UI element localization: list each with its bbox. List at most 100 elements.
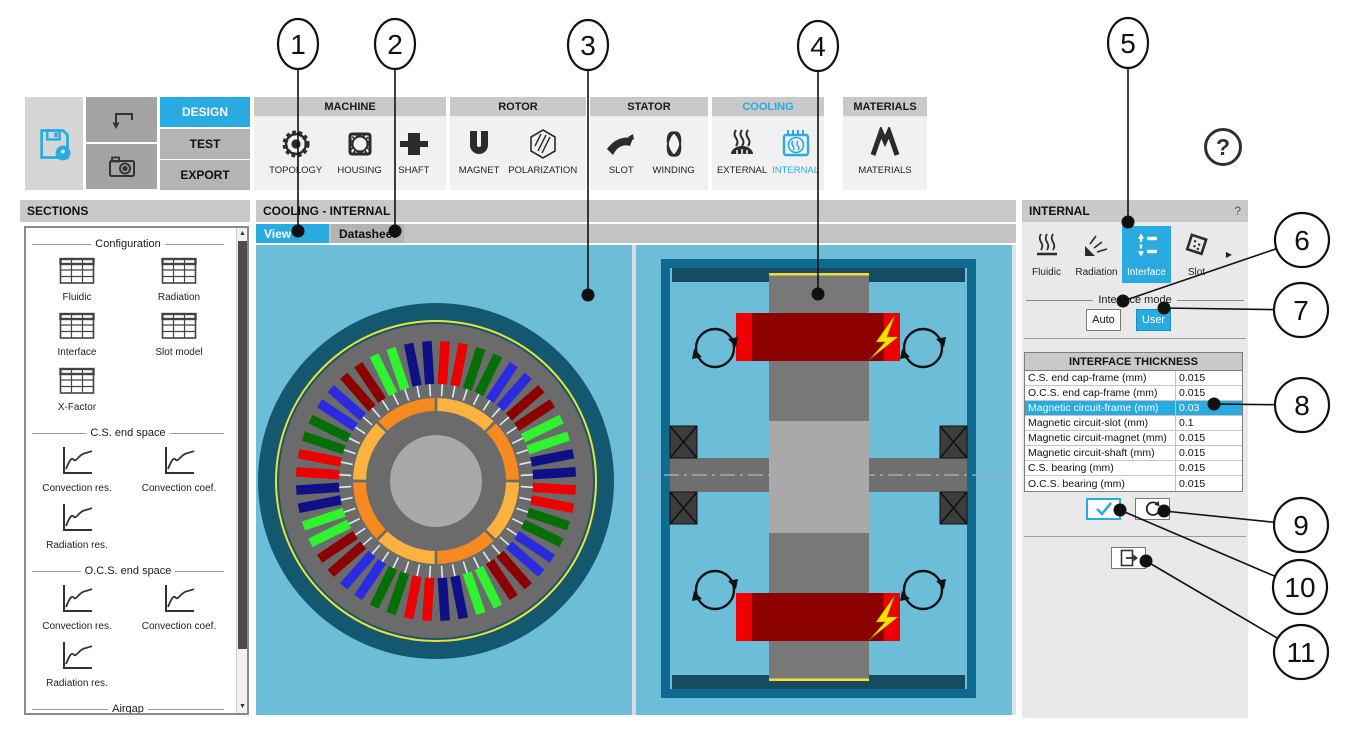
- section-group-separator: Configuration: [32, 238, 224, 250]
- internal-tab-fluidic[interactable]: Fluidic: [1022, 226, 1071, 283]
- thickness-label: O.C.S. end cap-frame (mm): [1025, 386, 1176, 400]
- callout-circle-8: [1275, 378, 1329, 432]
- toolbar-item-topology[interactable]: TOPOLOGY: [269, 117, 322, 176]
- internal-tab-interface[interactable]: Interface: [1122, 226, 1171, 283]
- thickness-row[interactable]: Magnetic circuit-magnet (mm)0.015: [1025, 431, 1242, 446]
- thickness-value[interactable]: 0.015: [1176, 371, 1242, 385]
- callout-circle-9: [1274, 498, 1328, 552]
- sidebar-scrollbar[interactable]: ▲ ▼: [236, 228, 247, 713]
- interface-mode-auto-button[interactable]: Auto: [1086, 309, 1121, 331]
- toolbar-item-materials[interactable]: MATERIALS: [858, 117, 911, 176]
- section-item-interface[interactable]: Interface: [26, 312, 128, 358]
- interface-thickness-table: INTERFACE THICKNESS C.S. end cap-frame (…: [1024, 352, 1243, 492]
- thickness-value[interactable]: 0.015: [1176, 431, 1242, 445]
- export-document-icon: [1119, 549, 1139, 567]
- internal-tab-radiation[interactable]: Radiation: [1072, 226, 1121, 283]
- thickness-row[interactable]: Magnetic circuit-frame (mm)0.03: [1025, 401, 1242, 416]
- section-item-radiation-res-[interactable]: Radiation res.: [26, 503, 128, 551]
- svg-text:2: 2: [387, 29, 403, 60]
- nav-button-export[interactable]: EXPORT: [160, 160, 250, 190]
- toolbar-item-magnet[interactable]: MAGNET: [459, 117, 500, 176]
- section-item-x-factor[interactable]: X-Factor: [26, 367, 128, 413]
- polarization-icon: [526, 123, 560, 165]
- toolbar-item-slot[interactable]: SLOT: [603, 117, 639, 176]
- scrollbar-thumb[interactable]: [238, 241, 247, 649]
- toolbar-item-label: SLOT: [609, 165, 634, 176]
- main-panel-title: COOLING - INTERNAL: [256, 200, 1016, 222]
- thickness-row[interactable]: O.C.S. bearing (mm)0.015: [1025, 476, 1242, 491]
- thickness-label: C.S. bearing (mm): [1025, 461, 1176, 475]
- section-item-convection-coef-[interactable]: Convection coef.: [128, 446, 230, 494]
- toolbar-item-polarization[interactable]: POLARIZATION: [508, 117, 577, 176]
- thickness-row[interactable]: Magnetic circuit-shaft (mm)0.015: [1025, 446, 1242, 461]
- svg-text:10: 10: [1284, 572, 1315, 603]
- section-item-label: Interface: [58, 347, 97, 358]
- internal-tab-slot[interactable]: Slot: [1172, 226, 1221, 283]
- more-tabs-arrow-icon[interactable]: ▶: [1222, 226, 1236, 283]
- view-right-strip: [1012, 245, 1016, 715]
- nav-button-design[interactable]: DESIGN: [160, 97, 250, 127]
- interface-mode-user-button[interactable]: User: [1136, 309, 1171, 331]
- curve-icon: [59, 641, 95, 676]
- tab-view[interactable]: View: [256, 224, 329, 243]
- toolbar-item-housing[interactable]: HOUSING: [337, 117, 381, 176]
- save-floppy-icon: *: [36, 126, 72, 162]
- stator-slot-icon: [603, 123, 639, 165]
- toolbar-item-label: TOPOLOGY: [269, 165, 322, 176]
- svg-text:4: 4: [810, 31, 826, 62]
- section-item-label: Convection coef.: [142, 621, 217, 632]
- toolbar-item-external[interactable]: EXTERNAL: [717, 117, 767, 176]
- svg-text:3: 3: [580, 30, 596, 61]
- save-button[interactable]: *: [25, 97, 83, 190]
- interface-mode-separator: Interface mode: [1026, 294, 1244, 306]
- thickness-value[interactable]: 0.015: [1176, 461, 1242, 475]
- internal-tab-label: Interface: [1127, 267, 1166, 278]
- section-item-slot-model[interactable]: Slot model: [128, 312, 230, 358]
- section-item-label: Radiation res.: [46, 540, 108, 551]
- toolbar-item-winding[interactable]: WINDING: [653, 117, 695, 176]
- section-item-radiation[interactable]: Radiation: [128, 257, 230, 303]
- curve-icon: [161, 446, 197, 481]
- section-item-convection-res-[interactable]: Convection res.: [26, 584, 128, 632]
- slot-icon: [1182, 232, 1212, 263]
- section-item-convection-res-[interactable]: Convection res.: [26, 446, 128, 494]
- reset-button[interactable]: [1135, 498, 1170, 520]
- section-item-convection-coef-[interactable]: Convection coef.: [128, 584, 230, 632]
- scroll-down-icon[interactable]: ▼: [237, 701, 248, 713]
- thickness-value[interactable]: 0.015: [1176, 386, 1242, 400]
- toolbar-item-label: SHAFT: [398, 165, 429, 176]
- thickness-value[interactable]: 0.015: [1176, 476, 1242, 491]
- camera-button[interactable]: [86, 144, 157, 189]
- callout-circle-1: [278, 19, 318, 69]
- undo-button[interactable]: [86, 97, 157, 142]
- toolbar-item-internal[interactable]: INTERNAL: [772, 117, 819, 176]
- toolbar-group-title: COOLING: [712, 97, 824, 117]
- thickness-value[interactable]: 0.03: [1176, 401, 1242, 415]
- thickness-row[interactable]: C.S. end cap-frame (mm)0.015: [1025, 371, 1242, 386]
- svg-text:1: 1: [290, 29, 306, 60]
- sections-panel: Configuration FluidicRadiation Interface Sl…: [24, 226, 249, 715]
- tab-datasheet[interactable]: Datasheet: [331, 224, 404, 243]
- scroll-up-icon[interactable]: ▲: [237, 228, 248, 240]
- camera-icon: [106, 151, 138, 183]
- thickness-value[interactable]: 0.015: [1176, 446, 1242, 460]
- topology-icon: [279, 123, 313, 165]
- help-button[interactable]: ?: [1204, 128, 1242, 166]
- section-item-radiation-res-[interactable]: Radiation res.: [26, 641, 128, 689]
- nav-button-test[interactable]: TEST: [160, 129, 250, 159]
- winding-icon: [657, 123, 691, 165]
- section-item-label: Convection res.: [42, 621, 111, 632]
- thickness-label: O.C.S. bearing (mm): [1025, 476, 1176, 491]
- apply-check-button[interactable]: [1086, 498, 1121, 520]
- internal-help-icon[interactable]: ?: [1234, 204, 1241, 218]
- thickness-value[interactable]: 0.1: [1176, 416, 1242, 430]
- toolbar-item-shaft[interactable]: SHAFT: [397, 117, 431, 176]
- thickness-row[interactable]: O.C.S. end cap-frame (mm)0.015: [1025, 386, 1242, 401]
- section-item-fluidic[interactable]: Fluidic: [26, 257, 128, 303]
- export-button[interactable]: [1111, 547, 1146, 569]
- toolbar-group-stator: STATORSLOTWINDING: [590, 97, 708, 190]
- callout-circle-10: [1273, 560, 1327, 614]
- thickness-row[interactable]: Magnetic circuit-slot (mm)0.1: [1025, 416, 1242, 431]
- thickness-row[interactable]: C.S. bearing (mm)0.015: [1025, 461, 1242, 476]
- toolbar-item-label: INTERNAL: [772, 165, 819, 176]
